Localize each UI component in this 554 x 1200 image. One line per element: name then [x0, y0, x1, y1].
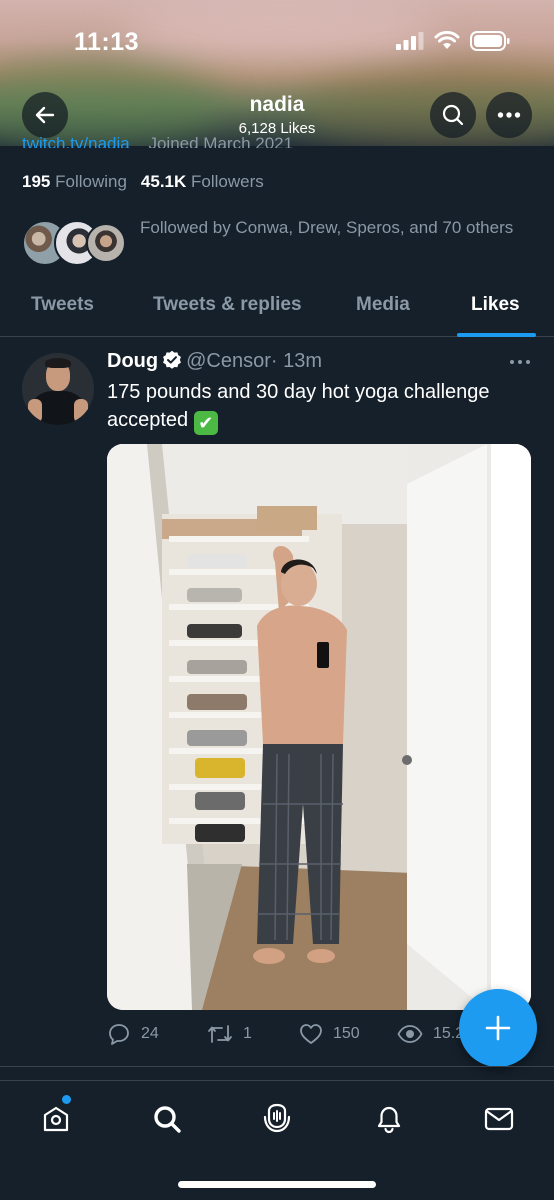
- more-horizontal-icon: [497, 112, 521, 118]
- tab-tweets-replies[interactable]: Tweets & replies: [153, 294, 302, 316]
- nav-search[interactable]: [149, 1101, 185, 1137]
- views-eye-icon: [397, 1025, 423, 1043]
- followers-link[interactable]: 45.1K Followers: [141, 172, 264, 191]
- tweet-handle[interactable]: @Censor: [186, 350, 271, 372]
- mail-icon: [484, 1107, 514, 1131]
- nav-spaces[interactable]: [259, 1101, 295, 1137]
- retweet-count: 1: [243, 1025, 252, 1042]
- search-button[interactable]: [430, 92, 476, 138]
- search-icon: [154, 1106, 181, 1133]
- plus-icon: [485, 1015, 511, 1041]
- spaces-microphone-icon: [263, 1103, 291, 1133]
- joined-date: Joined March 2021: [148, 134, 294, 148]
- reply-button[interactable]: 24: [107, 1018, 159, 1050]
- followers-count: 45.1K: [140, 172, 187, 191]
- followed-by-text: Followed by Conwa, Drew, Speros, and 70 …: [140, 218, 514, 237]
- verified-badge-icon: [163, 350, 181, 369]
- profile-link[interactable]: twitch.tv/nadia: [22, 134, 130, 148]
- follower-avatar: [86, 223, 126, 263]
- retweet-icon: [208, 1025, 232, 1043]
- heart-icon: [300, 1024, 322, 1044]
- profile-tabs: Tweets Tweets & replies Media Likes: [0, 282, 554, 337]
- more-button[interactable]: [486, 92, 532, 138]
- tweet-author-name[interactable]: Doug: [107, 350, 158, 372]
- battery-icon: [470, 31, 510, 51]
- mirror-selfie-image: [107, 444, 531, 1010]
- wifi-icon: [434, 30, 460, 49]
- follow-stats: 195 Following 45.1K Followers: [22, 172, 264, 192]
- profile-details-peek: twitch.tv/nadia Joined March 2021: [22, 134, 293, 148]
- compose-tweet-button[interactable]: [459, 989, 537, 1067]
- reply-icon: [109, 1024, 129, 1045]
- tweet-more-icon[interactable]: [508, 352, 532, 372]
- like-button[interactable]: 150: [299, 1018, 360, 1050]
- search-icon: [442, 104, 464, 126]
- notification-dot: [62, 1095, 71, 1104]
- tweet-body: 175 pounds and 30 day hot yoga challenge…: [107, 381, 490, 431]
- tweet-time: · 13m: [270, 350, 322, 372]
- tweet-photo[interactable]: [107, 444, 531, 1010]
- tweet-header: Doug @Censor· 13m: [107, 350, 322, 373]
- nav-messages[interactable]: [481, 1101, 517, 1137]
- tweet-text: 175 pounds and 30 day hot yoga challenge…: [107, 378, 527, 435]
- following-count: 195: [22, 172, 51, 191]
- status-time: 11:13: [74, 28, 140, 56]
- check-mark-emoji: ✔: [193, 411, 218, 435]
- like-count: 150: [333, 1025, 360, 1042]
- following-link[interactable]: 195 Following: [22, 172, 127, 191]
- active-tab-indicator: [457, 333, 536, 337]
- feed-divider: [0, 1066, 554, 1067]
- home-icon: [43, 1106, 69, 1132]
- followers-label: Followers: [191, 172, 264, 191]
- followed-by[interactable]: Followed by Conwa, Drew, Speros, and 70 …: [22, 214, 532, 270]
- avatar[interactable]: [22, 353, 94, 425]
- tab-likes[interactable]: Likes: [471, 294, 520, 316]
- nav-notifications[interactable]: [371, 1101, 407, 1137]
- tab-tweets[interactable]: Tweets: [31, 294, 94, 316]
- nav-home[interactable]: [38, 1101, 74, 1137]
- home-indicator[interactable]: [178, 1181, 376, 1188]
- status-bar: 11:13: [0, 0, 554, 80]
- following-label: Following: [55, 172, 127, 191]
- reply-count: 24: [141, 1025, 159, 1042]
- retweet-button[interactable]: 1: [207, 1018, 252, 1050]
- cellular-signal-icon: [396, 32, 424, 50]
- bell-icon: [377, 1106, 401, 1134]
- tab-media[interactable]: Media: [356, 294, 410, 316]
